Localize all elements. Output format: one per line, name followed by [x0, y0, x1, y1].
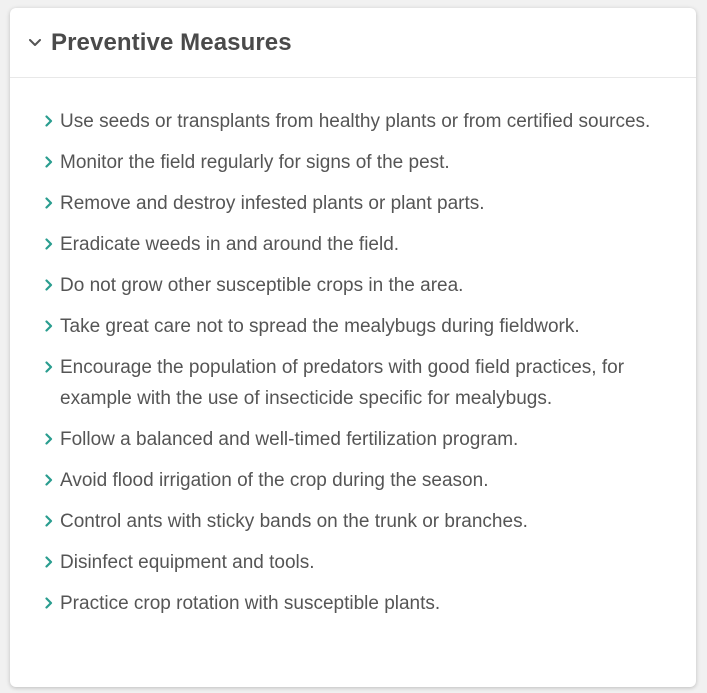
- chevron-right-icon: [45, 311, 57, 337]
- chevron-right-icon: [45, 229, 57, 255]
- preventive-measures-card: Preventive Measures Use seeds or transpl…: [10, 8, 696, 687]
- section-header-toggle[interactable]: Preventive Measures: [10, 8, 696, 78]
- chevron-down-icon: [28, 36, 42, 50]
- list-item-text: Monitor the field regularly for signs of…: [60, 152, 450, 173]
- list-item-text: Practice crop rotation with susceptible …: [60, 593, 441, 614]
- list-item: Avoid flood irrigation of the crop durin…: [10, 465, 696, 496]
- list-item: Encourage the population of predators wi…: [10, 352, 696, 414]
- list-item-text: Use seeds or transplants from healthy pl…: [60, 111, 651, 132]
- chevron-right-icon: [45, 465, 57, 491]
- section-title: Preventive Measures: [51, 28, 292, 56]
- chevron-right-icon: [45, 106, 57, 132]
- list-item-text: Do not grow other susceptible crops in t…: [60, 275, 464, 296]
- chevron-right-icon: [45, 352, 57, 378]
- chevron-right-icon: [45, 188, 57, 214]
- chevron-right-icon: [45, 424, 57, 450]
- chevron-right-icon: [45, 506, 57, 532]
- list-item-text: Avoid flood irrigation of the crop durin…: [60, 470, 489, 491]
- list-item-text: Remove and destroy infested plants or pl…: [60, 193, 485, 214]
- list-item: Control ants with sticky bands on the tr…: [10, 506, 696, 537]
- list-item-text: Take great care not to spread the mealyb…: [60, 316, 580, 337]
- chevron-right-icon: [45, 270, 57, 296]
- list-item: Disinfect equipment and tools.: [10, 547, 696, 578]
- list-item: Monitor the field regularly for signs of…: [10, 147, 696, 178]
- chevron-right-icon: [45, 547, 57, 573]
- list-item: Take great care not to spread the mealyb…: [10, 311, 696, 342]
- list-item-text: Eradicate weeds in and around the field.: [60, 234, 400, 255]
- list-item-text: Control ants with sticky bands on the tr…: [60, 511, 528, 532]
- list-item: Eradicate weeds in and around the field.: [10, 229, 696, 260]
- preventive-measures-list: Use seeds or transplants from healthy pl…: [10, 106, 696, 629]
- chevron-right-icon: [45, 588, 57, 614]
- list-item: Use seeds or transplants from healthy pl…: [10, 106, 696, 137]
- list-item: Follow a balanced and well-timed fertili…: [10, 424, 696, 455]
- chevron-right-icon: [45, 147, 57, 173]
- list-item: Do not grow other susceptible crops in t…: [10, 270, 696, 301]
- list-item-text: Disinfect equipment and tools.: [60, 552, 315, 573]
- list-item-text: Follow a balanced and well-timed fertili…: [60, 429, 519, 450]
- list-item: Remove and destroy infested plants or pl…: [10, 188, 696, 219]
- list-item-text: Encourage the population of predators wi…: [60, 357, 625, 409]
- list-item: Practice crop rotation with susceptible …: [10, 588, 696, 619]
